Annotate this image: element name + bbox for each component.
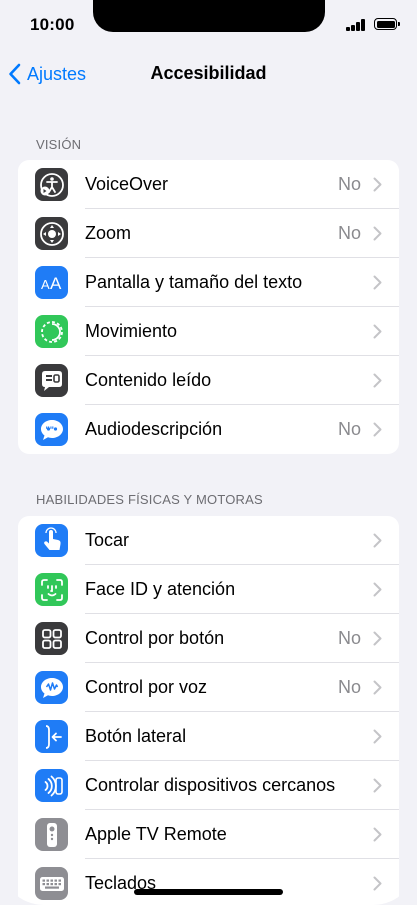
chevron-right-icon — [373, 533, 382, 548]
settings-group-physical-motor: Tocar Face ID y atención Control por botón… — [18, 516, 399, 905]
settings-row-label: Contenido leído — [85, 370, 212, 390]
svg-text:"": "" — [45, 425, 54, 435]
chevron-right-icon — [373, 177, 382, 192]
settings-row-label: Controlar dispositivos cercanos — [85, 775, 336, 795]
spoken-content-icon — [35, 364, 68, 397]
settings-row-label: VoiceOver — [85, 174, 169, 194]
chevron-right-icon — [373, 876, 382, 891]
settings-row-label: Apple TV Remote — [85, 824, 227, 844]
chevron-right-icon — [373, 324, 382, 339]
tv-remote-icon — [35, 818, 68, 851]
chevron-right-icon — [373, 373, 382, 388]
page-title: Accesibilidad — [150, 63, 267, 83]
settings-row-value: No — [337, 223, 361, 243]
settings-row-value: No — [337, 174, 361, 194]
settings-row-teclados[interactable]: Teclados — [18, 859, 399, 905]
text-size-icon: AA — [35, 266, 68, 299]
settings-row-label: Pantalla y tamaño del texto — [85, 272, 303, 292]
settings-row-apple-tv-remote[interactable]: Apple TV Remote — [18, 810, 399, 859]
phone-screen: 10:00 Ajustes Accesibilidad VISIÓN Voice… — [0, 0, 417, 905]
settings-row-control-por-voz[interactable]: Control por voz No — [18, 663, 399, 712]
settings-row-zoom[interactable]: Zoom No — [18, 209, 399, 258]
cellular-signal-icon — [346, 19, 368, 31]
settings-row-label: Control por botón — [85, 628, 225, 648]
settings-row-label: Movimiento — [85, 321, 178, 341]
settings-row-movimiento[interactable]: Movimiento — [18, 307, 399, 356]
settings-row-value: No — [337, 419, 361, 439]
face-id-icon — [35, 573, 68, 606]
chevron-right-icon — [373, 422, 382, 437]
switch-control-icon — [35, 622, 68, 655]
settings-row-boton-lateral[interactable]: Botón lateral — [18, 712, 399, 761]
settings-row-value: No — [337, 677, 361, 697]
touch-icon — [35, 524, 68, 557]
status-time: 10:00 — [30, 15, 75, 34]
settings-row-value: No — [337, 628, 361, 648]
battery-icon — [374, 18, 400, 30]
settings-row-label: Botón lateral — [85, 726, 187, 746]
settings-group-vision: VoiceOver No Zoom No A A Pantalla y tamaño del… — [18, 160, 399, 454]
navigation-bar: Ajustes Accesibilidad — [0, 52, 417, 96]
settings-row-label: Control por voz — [85, 677, 208, 697]
keyboard-icon — [35, 867, 68, 900]
section-header-vision: VISIÓN — [36, 137, 82, 152]
settings-row-label: Tocar — [85, 530, 130, 550]
settings-row-label: Zoom — [85, 223, 132, 243]
settings-row-label: Face ID y atención — [85, 579, 236, 599]
settings-row-face-id-y-atencion[interactable]: Face ID y atención — [18, 565, 399, 614]
settings-row-tocar[interactable]: Tocar — [18, 516, 399, 565]
zoom-icon — [35, 217, 68, 250]
chevron-right-icon — [373, 631, 382, 646]
settings-row-pantalla-y-tamano-del-texto[interactable]: A A Pantalla y tamaño del texto — [18, 258, 399, 307]
settings-row-control-por-boton[interactable]: Control por botón No — [18, 614, 399, 663]
voice-control-icon — [35, 671, 68, 704]
chevron-right-icon — [373, 275, 382, 290]
settings-row-voiceover[interactable]: VoiceOver No — [18, 160, 399, 209]
voiceover-icon — [35, 168, 68, 201]
status-bar: 10:00 — [0, 0, 417, 50]
chevron-right-icon — [373, 582, 382, 597]
chevron-right-icon — [373, 680, 382, 695]
audio-description-icon: "" — [35, 413, 68, 446]
chevron-right-icon — [373, 778, 382, 793]
settings-row-audiodescripcion[interactable]: "" Audiodescripción No — [18, 405, 399, 454]
svg-text:A: A — [41, 277, 50, 292]
nearby-devices-icon — [35, 769, 68, 802]
settings-row-controlar-dispositivos-cercanos[interactable]: Controlar dispositivos cercanos — [18, 761, 399, 810]
svg-text:A: A — [50, 274, 62, 293]
home-indicator — [134, 889, 283, 895]
notch — [93, 0, 325, 32]
settings-row-contenido-leido[interactable]: Contenido leído — [18, 356, 399, 405]
chevron-right-icon — [373, 729, 382, 744]
chevron-right-icon — [373, 827, 382, 842]
settings-row-label: Audiodescripción — [85, 419, 223, 439]
motion-icon — [35, 315, 68, 348]
chevron-right-icon — [373, 226, 382, 241]
side-button-icon — [35, 720, 68, 753]
section-header-physical-motor: HABILIDADES FÍSICAS Y MOTORAS — [36, 492, 263, 507]
